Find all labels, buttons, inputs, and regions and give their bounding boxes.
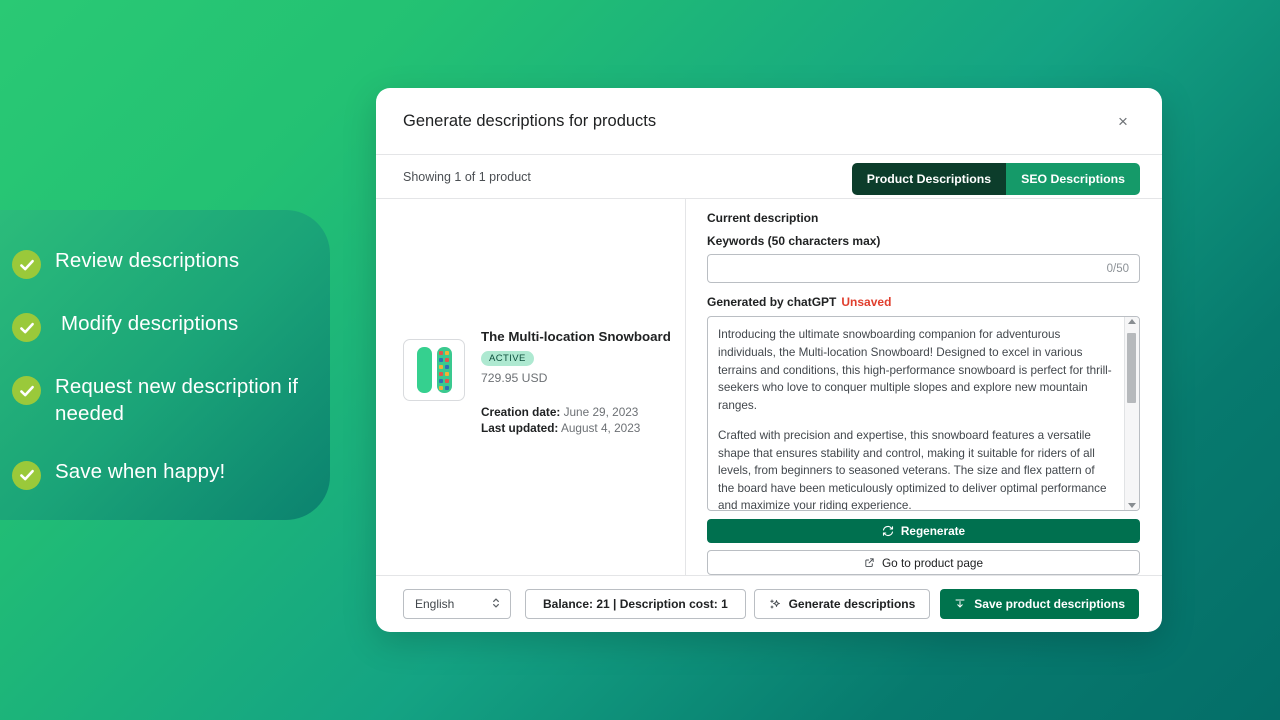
description-textarea[interactable]: Introducing the ultimate snowboarding co…	[707, 316, 1140, 511]
product-name: The Multi-location Snowboard	[481, 329, 671, 345]
regenerate-button[interactable]: Regenerate	[707, 518, 1140, 544]
checklist-item-label: Request new description if needed	[55, 375, 299, 425]
scroll-up-icon[interactable]	[1128, 319, 1136, 325]
external-link-icon	[864, 557, 875, 568]
check-circle-icon	[12, 376, 41, 406]
checklist-item: Save when happy!	[12, 459, 302, 490]
generate-descriptions-modal: Generate descriptions for products × Sho…	[376, 88, 1162, 632]
product-price: 729.95 USD	[481, 371, 548, 386]
description-paragraph: Introducing the ultimate snowboarding co…	[718, 328, 1112, 412]
creation-date-value: June 29, 2023	[563, 405, 639, 420]
check-circle-icon	[12, 250, 41, 279]
last-updated-row: Last updated: August 4, 2023	[481, 421, 671, 437]
language-select[interactable]: English	[403, 589, 511, 619]
keywords-label: Keywords (50 characters max)	[707, 234, 881, 248]
checklist-panel: Review descriptions Modify descriptions …	[0, 210, 330, 520]
generated-by-label: Generated by chatGPT	[707, 295, 837, 310]
chevron-updown-icon	[491, 596, 501, 613]
check-circle-icon	[12, 460, 41, 490]
snowboard-plain-icon	[416, 347, 432, 394]
tab-seo-descriptions[interactable]: SEO Descriptions	[1006, 162, 1140, 195]
footer-right-group: Generate descriptions Save product descr…	[753, 589, 1139, 619]
current-description-label: Current description	[707, 211, 819, 225]
download-icon	[954, 598, 966, 610]
go-to-product-page-label: Go to product page	[882, 555, 983, 570]
page-title: Generate descriptions for products	[403, 111, 657, 130]
modal-footer: English Balance: 21 | Description cost: …	[376, 575, 1162, 632]
checklist-item-label: Save when happy!	[55, 459, 226, 483]
showing-count-label: Showing 1 of 1 product	[403, 169, 531, 184]
balance-display: Balance: 21 | Description cost: 1	[525, 589, 746, 619]
save-product-descriptions-label: Save product descriptions	[974, 597, 1125, 611]
generate-descriptions-label: Generate descriptions	[788, 597, 916, 611]
keywords-field[interactable]: 0/50	[707, 254, 1140, 284]
product-info: The Multi-location Snowboard ACTIVE 729.…	[481, 327, 671, 437]
keywords-input[interactable]	[718, 261, 1107, 276]
save-product-descriptions-button[interactable]: Save product descriptions	[940, 589, 1139, 619]
status-badge: ACTIVE	[481, 351, 534, 367]
footer-left-group: English Balance: 21 | Description cost: …	[403, 589, 746, 619]
creation-date-row: Creation date: June 29, 2023	[481, 405, 671, 421]
description-text[interactable]: Introducing the ultimate snowboarding co…	[708, 317, 1124, 509]
description-pane: Current description Keywords (50 charact…	[686, 199, 1162, 575]
checklist-item-label: Review descriptions	[55, 249, 240, 272]
snowboard-patterned-icon	[436, 347, 452, 394]
snowboard-product-image[interactable]	[403, 339, 465, 402]
go-to-product-page-button[interactable]: Go to product page	[707, 550, 1140, 575]
creation-date-label: Creation date:	[481, 405, 561, 420]
generated-by-row: Generated by chatGPT Unsaved	[707, 295, 1140, 309]
close-icon[interactable]: ×	[1110, 108, 1136, 134]
product-row: The Multi-location Snowboard ACTIVE 729.…	[403, 327, 671, 437]
last-updated-label: Last updated:	[481, 421, 559, 435]
check-circle-icon	[12, 313, 41, 343]
checklist-item: Modify descriptions	[12, 311, 302, 343]
tab-group: Product Descriptions SEO Descriptions	[851, 162, 1140, 195]
keywords-counter: 0/50	[1106, 262, 1129, 275]
scrollbar-thumb[interactable]	[1127, 333, 1136, 404]
generate-descriptions-button[interactable]: Generate descriptions	[753, 589, 931, 619]
modal-subheader: Showing 1 of 1 product Product Descripti…	[376, 154, 1162, 199]
sparkle-icon	[769, 598, 781, 610]
language-select-value: English	[415, 597, 455, 611]
refresh-icon	[882, 525, 894, 537]
checklist-item: Review descriptions	[12, 248, 302, 279]
checklist-item: Request new description if needed	[12, 374, 302, 426]
unsaved-badge: Unsaved	[841, 295, 892, 310]
last-updated-value: August 4, 2023	[560, 421, 641, 435]
description-paragraph: Crafted with precision and expertise, th…	[718, 429, 1107, 510]
regenerate-label: Regenerate	[900, 524, 966, 539]
product-pane: The Multi-location Snowboard ACTIVE 729.…	[376, 199, 686, 575]
modal-body: The Multi-location Snowboard ACTIVE 729.…	[376, 199, 1162, 575]
modal-header: Generate descriptions for products ×	[376, 88, 1162, 154]
product-dates: Creation date: June 29, 2023 Last update…	[481, 405, 671, 437]
tab-product-descriptions[interactable]: Product Descriptions	[851, 162, 1007, 195]
checklist-item-label: Modify descriptions	[61, 312, 239, 336]
scroll-down-icon[interactable]	[1128, 502, 1136, 508]
